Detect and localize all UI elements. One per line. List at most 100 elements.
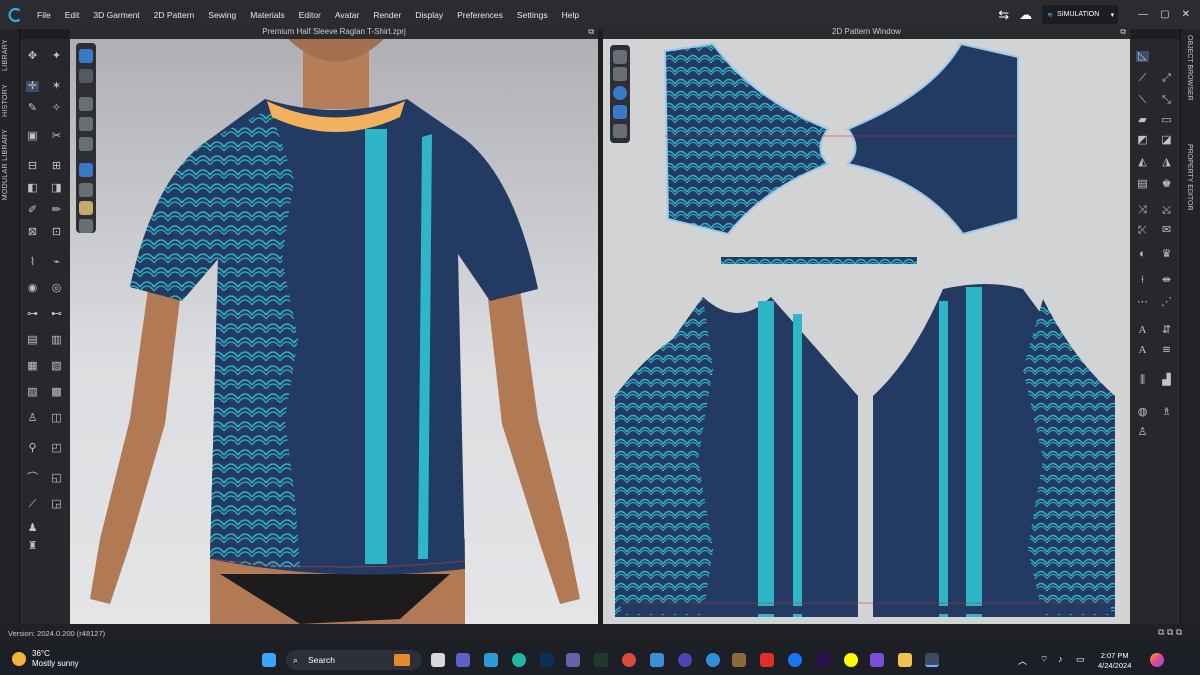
add-point-icon[interactable]: ⟍ [1136, 95, 1149, 106]
menu-display[interactable]: Display [408, 10, 450, 20]
menu-file[interactable]: File [30, 10, 58, 20]
texture-icon[interactable]: ▥ [50, 335, 63, 346]
fold-2d-icon[interactable]: ✉ [1160, 225, 1173, 236]
edit-curvature-icon[interactable]: ⤢ [1160, 73, 1173, 84]
simulation-mode-dropdown[interactable]: ≋ SIMULATION ▾ [1042, 5, 1119, 24]
clipchamp-icon[interactable] [870, 653, 884, 667]
tack-icon[interactable]: ✧ [50, 103, 63, 114]
layout-icons[interactable]: ⧉ ⧉ ⧉ [1158, 627, 1182, 638]
pleat-icon[interactable]: ▨ [26, 387, 39, 398]
shirt-icon[interactable]: ♟ [26, 523, 39, 534]
premiere-icon[interactable] [816, 653, 830, 667]
avatar-measure-icon[interactable]: ♙ [26, 413, 39, 424]
seam-allowance-icon[interactable]: ▤ [1136, 179, 1149, 190]
hanger-icon[interactable]: ⌒ [26, 473, 39, 484]
trace-2d-icon[interactable]: ◮ [1160, 157, 1173, 168]
edit-point-icon[interactable]: ⟋ [1136, 73, 1149, 84]
menu-materials[interactable]: Materials [243, 10, 291, 20]
gusset-icon[interactable]: ♛ [1160, 249, 1173, 260]
file-explorer-icon[interactable] [898, 653, 912, 667]
steam-icon[interactable]: ◧ [26, 183, 39, 194]
edge-icon[interactable] [512, 653, 526, 667]
tab-history[interactable]: HISTORY [2, 84, 9, 117]
maximize-icon[interactable]: ▢ [1160, 9, 1169, 20]
stitch-free-icon[interactable]: ⋰ [1160, 297, 1173, 308]
free-sewing-icon[interactable]: ⤩ [1160, 205, 1173, 216]
tab-property-editor[interactable]: PROPERTY EDITOR [1186, 144, 1193, 211]
transform-icon[interactable]: ✛ [26, 81, 39, 92]
menu-settings[interactable]: Settings [510, 10, 555, 20]
segment-sewing-icon[interactable]: ⤨ [1136, 205, 1149, 216]
task-view-icon[interactable] [431, 653, 445, 667]
settings-app-icon[interactable] [706, 653, 720, 667]
pattern-icon[interactable]: ⊡ [50, 227, 63, 238]
zipper-icon[interactable]: ⊶ [26, 309, 39, 320]
notch-icon[interactable]: ◐ [1136, 249, 1149, 260]
clo-taskbar-icon[interactable] [925, 653, 939, 667]
2d-window-undock-icon[interactable]: ⧉ [1120, 27, 1126, 37]
internal-rect-icon[interactable]: ◪ [1160, 135, 1173, 146]
symmetry-icon[interactable]: ⇼ [1160, 275, 1173, 286]
notifications-icon[interactable] [1150, 653, 1164, 667]
3d-window-undock-icon[interactable]: ⧉ [588, 27, 594, 37]
avatar-view-icon[interactable] [79, 137, 93, 151]
stretch-icon[interactable]: ⊞ [50, 161, 63, 172]
polygon-icon[interactable]: ▰ [1136, 115, 1149, 126]
network-icon[interactable]: ⌔ [1040, 654, 1048, 665]
brush-view-icon[interactable] [79, 183, 93, 197]
taskbar-clock[interactable]: 2:07 PM 4/24/2024 [1098, 651, 1131, 671]
texture-view-icon[interactable] [79, 69, 93, 83]
pt-icon[interactable] [594, 653, 608, 667]
garment-fit-icon[interactable]: ◫ [50, 413, 63, 424]
fabric-display-icon[interactable] [613, 105, 627, 119]
fill-icon[interactable]: ◍ [1136, 407, 1149, 418]
windows-start-icon[interactable] [262, 653, 276, 667]
2d-pattern-viewport[interactable] [603, 39, 1130, 624]
move-icon[interactable]: ✦ [50, 51, 63, 62]
cloud-icon[interactable]: ☁ [1019, 7, 1032, 23]
text-icon[interactable]: A [1136, 345, 1149, 356]
close-icon[interactable]: ✕ [1182, 9, 1190, 20]
outline-display-icon[interactable] [613, 124, 627, 138]
select-mesh-icon[interactable]: ✥ [26, 51, 39, 62]
tray-chevron-icon[interactable]: ︿ [1018, 654, 1027, 667]
pen-icon[interactable]: ✏ [50, 205, 63, 216]
menu-help[interactable]: Help [555, 10, 586, 20]
menu-2d-pattern[interactable]: 2D Pattern [147, 10, 202, 20]
line-icon[interactable]: ⌁ [50, 257, 63, 268]
shrink-icon[interactable]: ◨ [50, 183, 63, 194]
media-player-icon[interactable] [678, 653, 692, 667]
graphic-icon[interactable]: ▦ [26, 361, 39, 372]
tab-library[interactable]: LIBRARY [2, 39, 9, 71]
menu-avatar[interactable]: Avatar [328, 10, 366, 20]
tab-object-browser[interactable]: OBJECT BROWSER [1186, 35, 1193, 101]
grain-icon[interactable]: ⇵ [1160, 325, 1173, 336]
photos-icon[interactable] [650, 653, 664, 667]
display-mode-icon[interactable] [79, 49, 93, 63]
garment-view-icon[interactable] [79, 97, 93, 111]
topstitch-icon[interactable]: ▧ [50, 361, 63, 372]
menu-edit[interactable]: Edit [58, 10, 87, 20]
spacing-icon[interactable]: ≋ [1160, 345, 1173, 356]
youtube-icon[interactable] [760, 653, 774, 667]
clo-logo-icon[interactable] [0, 0, 30, 29]
tape-icon[interactable]: ◰ [50, 443, 63, 454]
ruler-icon[interactable]: ⟋ [26, 499, 39, 510]
columns-icon[interactable]: ⫼ [1136, 375, 1149, 386]
teams-work-icon[interactable] [566, 653, 580, 667]
battery-icon[interactable]: ▭ [1076, 654, 1085, 665]
menu-sewing[interactable]: Sewing [201, 10, 243, 20]
lighting-icon[interactable] [79, 201, 93, 215]
puller-icon[interactable]: ⊷ [50, 309, 63, 320]
layer-icon[interactable]: ♜ [26, 541, 39, 552]
grid-icon[interactable]: ◲ [50, 499, 63, 510]
facebook-icon[interactable] [788, 653, 802, 667]
rectangle-icon[interactable]: ▭ [1160, 115, 1173, 126]
3d-garment-viewport[interactable] [70, 39, 598, 624]
weather-widget[interactable]: 36°C Mostly sunny [12, 649, 79, 669]
dart-icon[interactable]: ◭ [1136, 157, 1149, 168]
arrange-icon[interactable]: ▣ [26, 131, 39, 142]
volume-icon[interactable]: ♪ [1058, 654, 1063, 664]
sewing-edit-icon[interactable]: ⤪ [1136, 225, 1149, 236]
photoshop-icon[interactable] [540, 653, 554, 667]
